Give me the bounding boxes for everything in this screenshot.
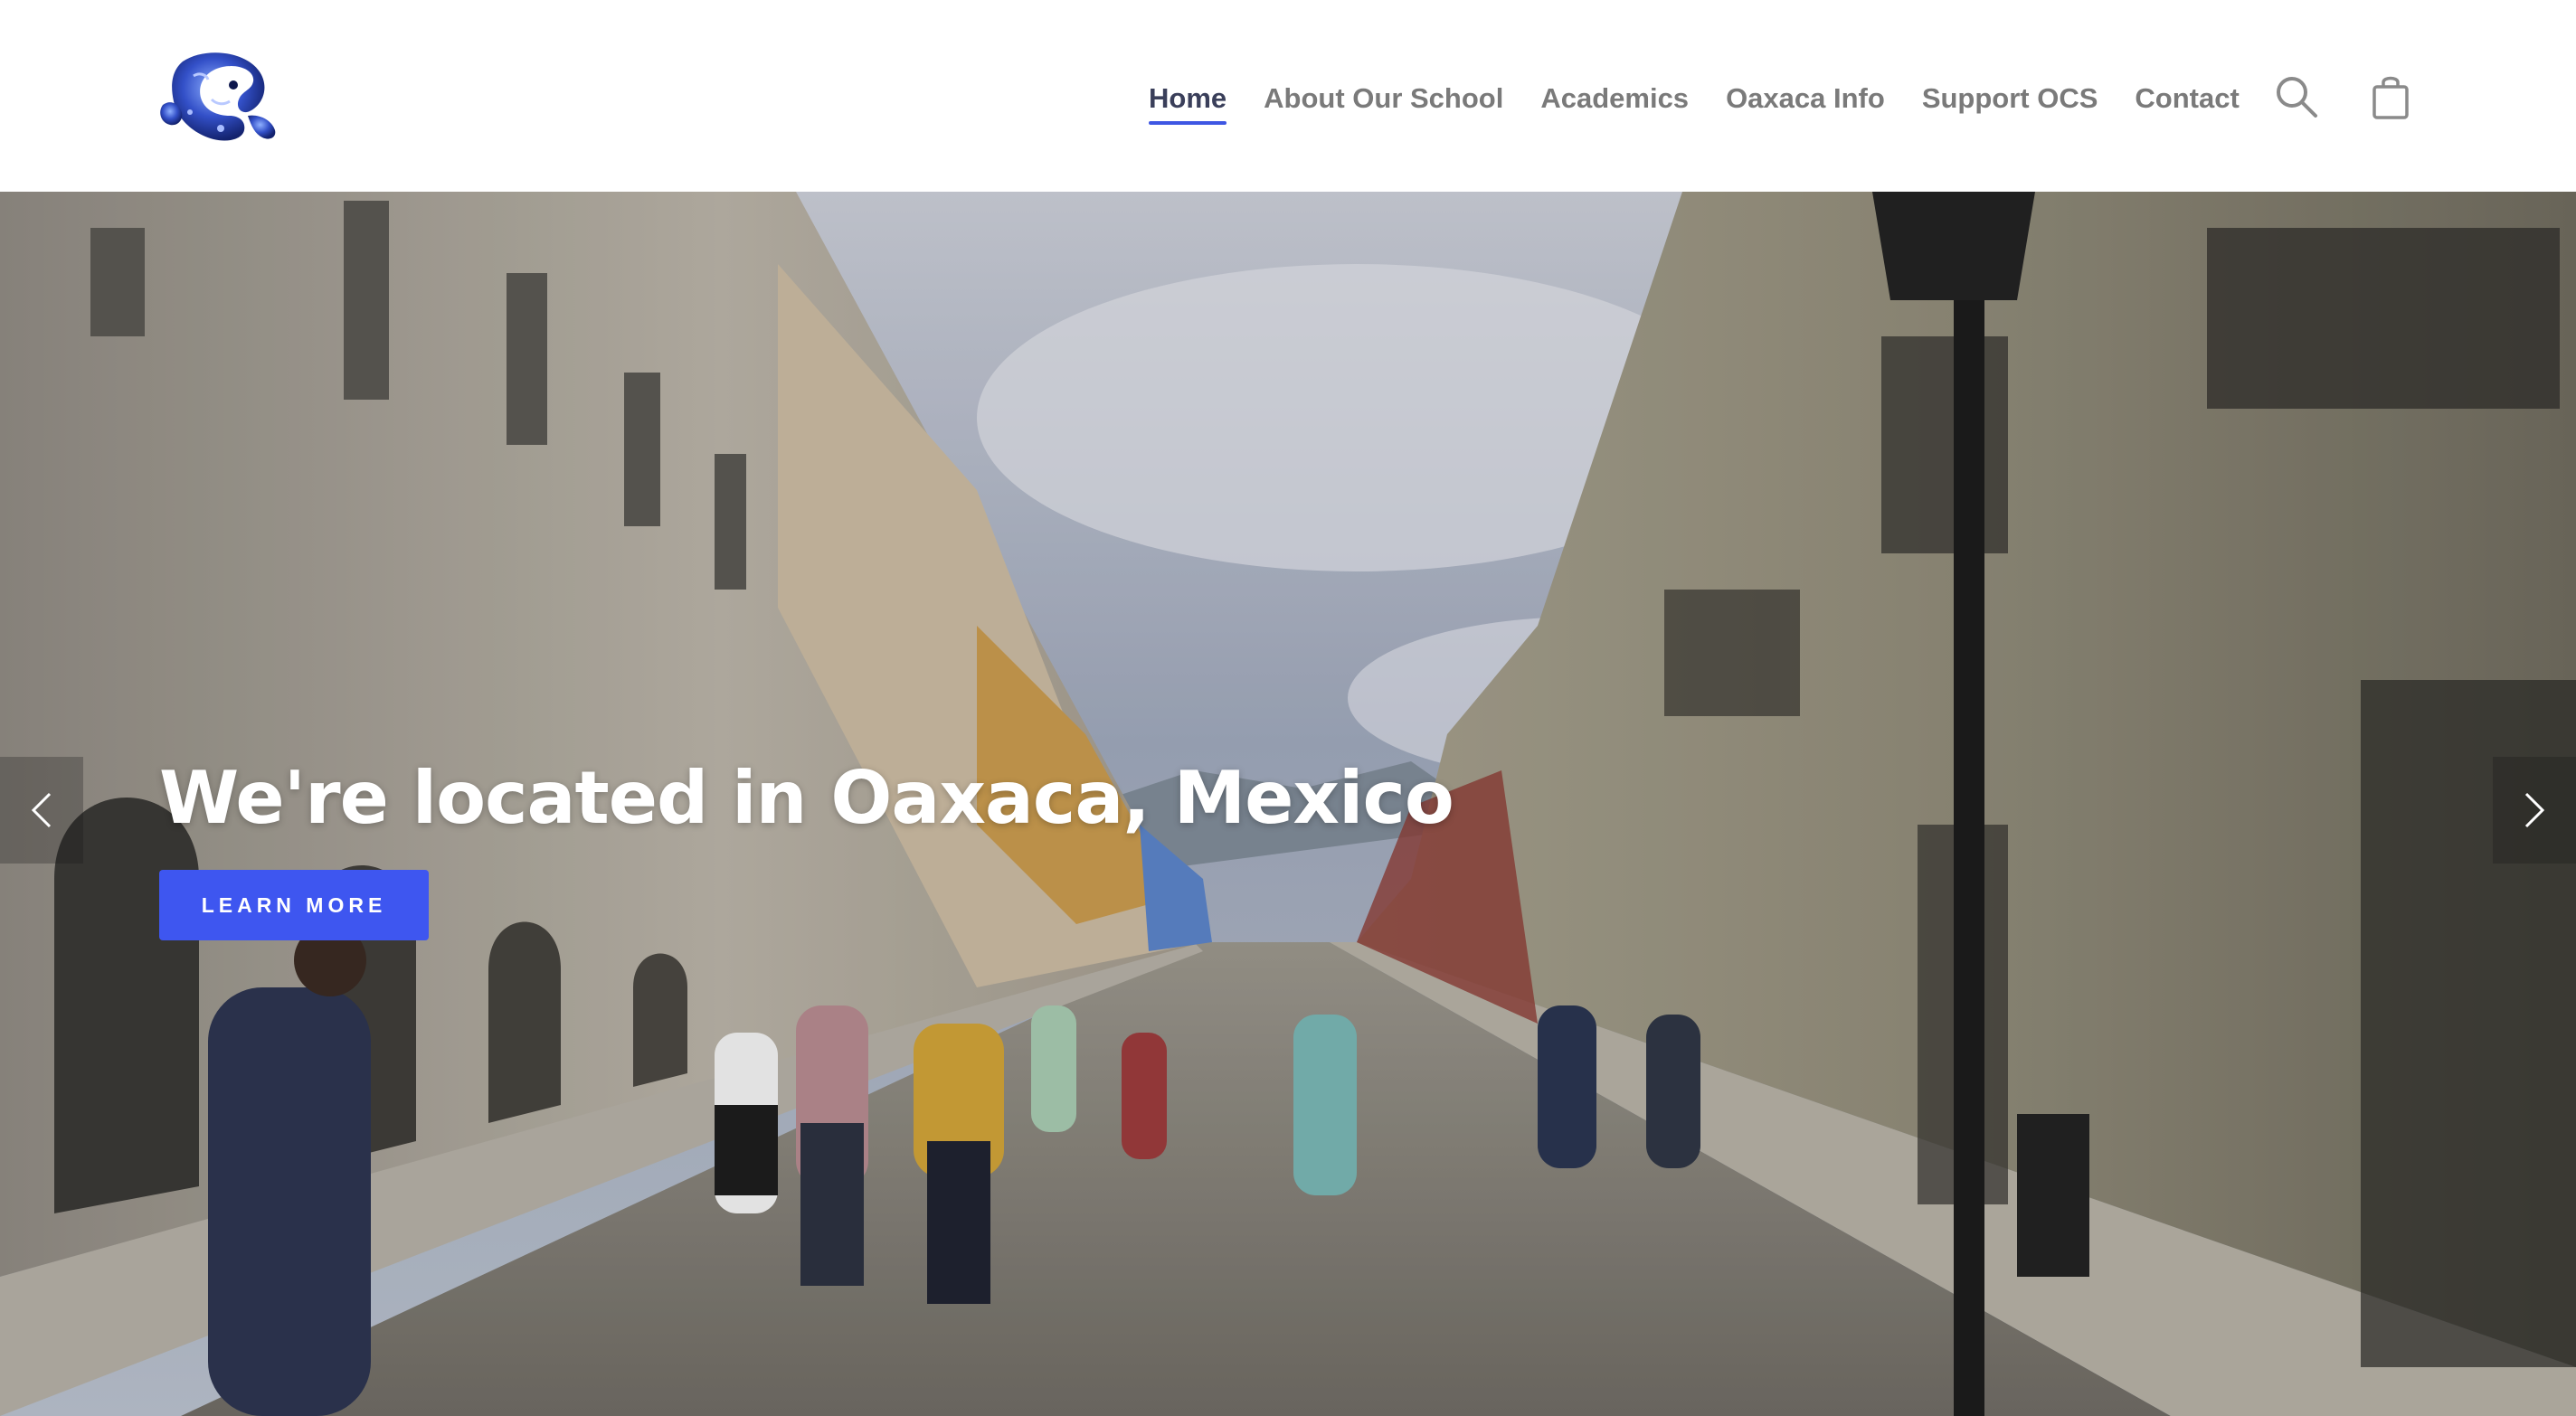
nav-oaxaca-info[interactable]: Oaxaca Info [1726, 76, 1885, 121]
chevron-left-icon [31, 792, 52, 828]
cart-button[interactable] [2371, 74, 2410, 119]
search-icon [2277, 77, 2317, 118]
main-nav: Home About Our School Academics Oaxaca I… [1149, 76, 2277, 125]
slideshow-prev-button[interactable] [0, 757, 83, 864]
nav-about-our-school[interactable]: About Our School [1264, 76, 1503, 121]
site-logo[interactable] [157, 49, 279, 143]
nav-academics[interactable]: Academics [1540, 76, 1689, 121]
learn-more-button[interactable]: LEARN MORE [159, 870, 429, 940]
nav-contact[interactable]: Contact [2135, 76, 2239, 121]
chevron-right-icon [2524, 792, 2545, 828]
search-button[interactable] [2274, 74, 2319, 119]
shopping-bag-icon [2372, 76, 2409, 119]
nav-support-ocs[interactable]: Support OCS [1922, 76, 2098, 121]
site-header: Home About Our School Academics Oaxaca I… [0, 0, 2576, 192]
hero-slideshow: We're located in Oaxaca, Mexico LEARN MO… [0, 192, 2576, 1416]
nav-home[interactable]: Home [1149, 76, 1227, 125]
slideshow-next-button[interactable] [2493, 757, 2576, 864]
lizard-logo-icon [160, 52, 276, 141]
hero-title: We're located in Oaxaca, Mexico [159, 755, 1454, 840]
